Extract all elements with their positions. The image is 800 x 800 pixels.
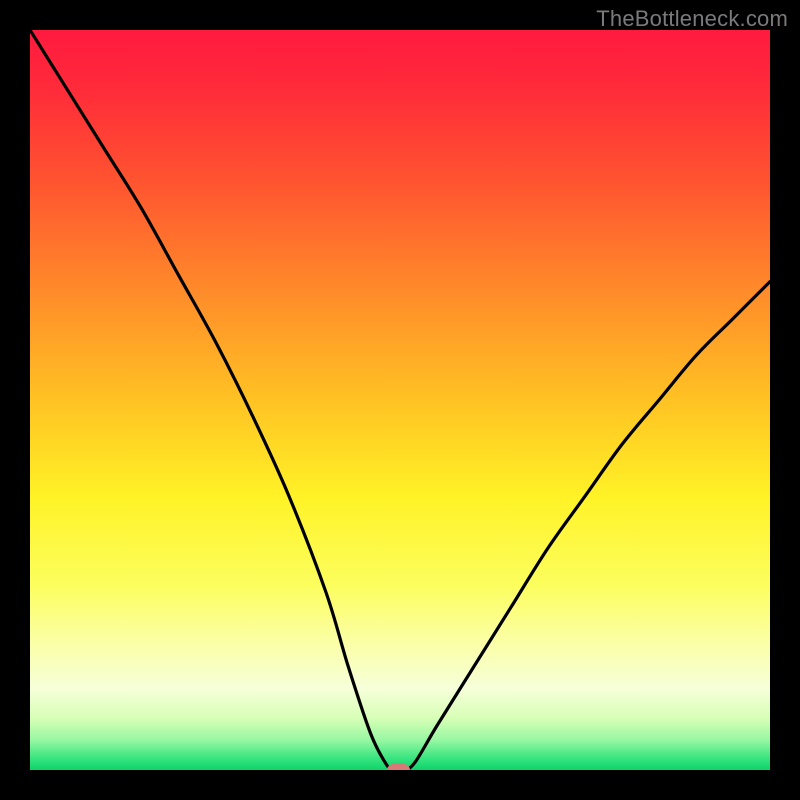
bottleneck-curve <box>30 30 770 770</box>
optimal-marker <box>387 763 411 770</box>
watermark-text: TheBottleneck.com <box>596 6 788 32</box>
chart-frame: TheBottleneck.com <box>0 0 800 800</box>
plot-area <box>30 30 770 770</box>
